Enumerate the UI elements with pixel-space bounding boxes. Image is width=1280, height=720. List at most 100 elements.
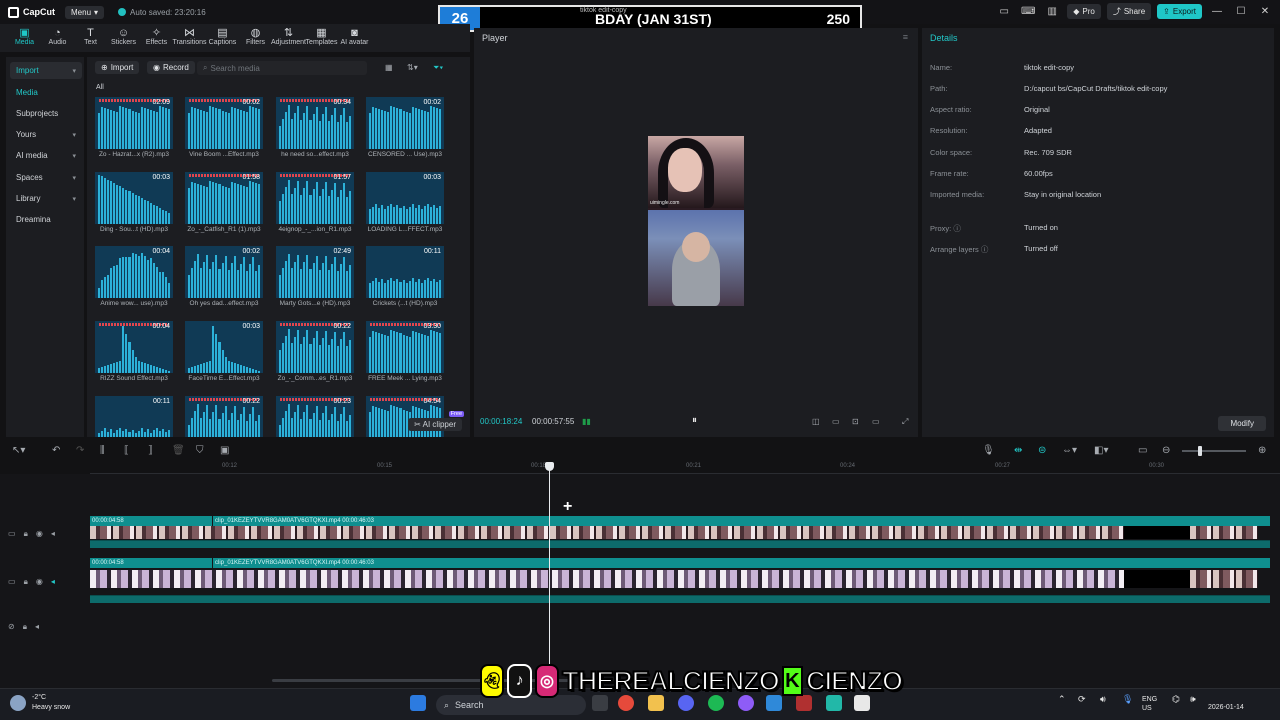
trim-left-icon[interactable]: ⟦ bbox=[124, 445, 129, 456]
tool-ai-avatar[interactable]: ◙ AI avatar bbox=[338, 24, 371, 46]
media-tile[interactable]: 00:03 LOADING L...FFECT.mp3 bbox=[366, 172, 444, 233]
weather-widget[interactable]: -2°C Heavy snow bbox=[10, 693, 70, 713]
zoom-slider[interactable] bbox=[1182, 446, 1246, 456]
select-tool-icon[interactable]: ↖▾ bbox=[12, 445, 25, 456]
tray-volume-icon[interactable]: 🔊︎ bbox=[1100, 695, 1106, 704]
captions-toggle-icon[interactable]: ▭ bbox=[1138, 445, 1147, 456]
clip-frames[interactable] bbox=[90, 526, 1124, 539]
clip-frames[interactable] bbox=[1190, 570, 1258, 588]
minimize-icon[interactable]: — bbox=[1208, 6, 1226, 17]
media-tile[interactable]: 03:30 FREE Meek ... Lying.mp3 bbox=[366, 321, 444, 382]
pro-button[interactable]: ◆ Pro bbox=[1067, 4, 1101, 19]
cover-icon[interactable]: ▭ bbox=[8, 577, 16, 587]
pause-icon[interactable]: ⏸ bbox=[692, 415, 697, 426]
media-tile[interactable]: 00:11 bbox=[95, 396, 173, 437]
tool-effects[interactable]: ✧ Effects bbox=[140, 24, 173, 46]
clip-a-header[interactable]: 00:00:04:58 bbox=[90, 558, 212, 568]
lock-icon[interactable]: 🔒︎ bbox=[23, 622, 27, 632]
zoom-out-icon[interactable]: ⊖ bbox=[1162, 445, 1170, 456]
media-tile[interactable]: 02:09 Zo - Hazrat...x (R2).mp3 bbox=[95, 97, 173, 158]
media-tile[interactable]: 00:11 Crickets (...t (HD).mp3 bbox=[366, 246, 444, 307]
link-track-icon[interactable]: ⊘ bbox=[8, 622, 15, 632]
media-tile[interactable]: 00:34 he need so...effect.mp3 bbox=[276, 97, 354, 158]
preview-axis-icon[interactable]: ⇔▾ bbox=[1062, 445, 1077, 456]
redo-icon[interactable]: ↷ bbox=[76, 445, 84, 456]
undo-icon[interactable]: ↶ bbox=[52, 445, 60, 456]
split-icon[interactable]: ⫼ bbox=[100, 445, 105, 456]
ratio-button-icon[interactable]: ▭ bbox=[872, 417, 880, 426]
playhead-handle[interactable] bbox=[545, 462, 554, 471]
layout-icon[interactable]: ▭ bbox=[995, 6, 1013, 17]
nav-spaces[interactable]: Spaces ▾ bbox=[10, 169, 82, 186]
audio-icon[interactable]: ◂ bbox=[51, 529, 55, 539]
export-button[interactable]: ⇪ Export bbox=[1157, 4, 1202, 19]
media-tile[interactable]: 00:02 Vine Boom ...Effect.mp3 bbox=[185, 97, 263, 158]
clip-frames[interactable] bbox=[1190, 526, 1258, 539]
media-tile[interactable]: 00:03 FaceTime E...Effect.mp3 bbox=[185, 321, 263, 382]
sort-icon[interactable]: ⇅▾ bbox=[401, 61, 424, 74]
media-tile[interactable]: 00:23 bbox=[276, 396, 354, 437]
close-icon[interactable]: ✕ bbox=[1256, 6, 1274, 17]
magnet-icon[interactable]: ⊜ bbox=[1038, 445, 1046, 456]
tool-media[interactable]: ▣ Media bbox=[8, 24, 41, 46]
clip-frames[interactable] bbox=[90, 570, 1124, 588]
split-scene-icon[interactable]: ◧▾ bbox=[1094, 445, 1108, 456]
audio-icon[interactable]: ◂ bbox=[35, 622, 39, 632]
ratio-icon[interactable]: ▥ bbox=[1043, 6, 1061, 17]
menu-button[interactable]: Menu ▾ bbox=[65, 5, 105, 19]
clip-a-header[interactable]: 00:00:04:58 bbox=[90, 516, 212, 526]
nav-ai-media[interactable]: AI media ▾ bbox=[10, 147, 82, 164]
link-icon[interactable]: ⇹ bbox=[1014, 445, 1022, 456]
mic-icon[interactable]: 🎙 bbox=[982, 445, 995, 456]
speaker-icon[interactable]: 🕪 bbox=[1190, 695, 1196, 704]
zoom-handle[interactable] bbox=[1198, 446, 1202, 456]
tool-captions[interactable]: ▤ Captions bbox=[206, 24, 239, 46]
delete-icon[interactable]: 🗑 bbox=[172, 445, 185, 456]
tool-templates[interactable]: ▦ Templates bbox=[305, 24, 338, 46]
tool-filters[interactable]: ◍ Filters bbox=[239, 24, 272, 46]
tray-mic-icon[interactable]: 🎙 bbox=[1122, 695, 1133, 704]
video-preview[interactable]: uimingle.com bbox=[648, 136, 744, 306]
lock-icon[interactable]: 🔒︎ bbox=[24, 577, 28, 587]
clip-b-header[interactable]: clip_01KEZEYTVVR8GAM0ATV6GTQKXI.mp4 00:0… bbox=[213, 516, 1270, 526]
filter-icon[interactable]: ⏷▾ bbox=[427, 61, 449, 75]
snapshot-icon[interactable]: ⊡ bbox=[852, 417, 859, 426]
import-button[interactable]: ⊕ Import bbox=[95, 61, 140, 74]
start-icon[interactable] bbox=[410, 695, 426, 711]
share-button[interactable]: ⤴ Share bbox=[1106, 3, 1152, 20]
modify-button[interactable]: Modify bbox=[1218, 416, 1266, 431]
thumbnail-icon[interactable]: ▣ bbox=[220, 445, 229, 456]
nav-library[interactable]: Library ▾ bbox=[10, 190, 82, 207]
marker-icon[interactable]: ⛉ bbox=[196, 445, 204, 456]
tray-sync-icon[interactable]: ⟳ bbox=[1078, 695, 1086, 704]
nav-subprojects[interactable]: Subprojects bbox=[10, 105, 82, 122]
quality-icon[interactable]: ▭ bbox=[832, 417, 840, 426]
record-button[interactable]: ◉ Record bbox=[147, 61, 195, 74]
eye-icon[interactable]: ◉ bbox=[36, 529, 43, 539]
nav-yours[interactable]: Yours ▾ bbox=[10, 126, 82, 143]
media-tile[interactable]: 01:58 Zo_-_Catfish_R1 (1).mp3 bbox=[185, 172, 263, 233]
trim-right-icon[interactable]: ⟧ bbox=[148, 445, 153, 456]
media-tile[interactable]: 00:03 Ding - Sou...t (HD).mp3 bbox=[95, 172, 173, 233]
tool-adjustment[interactable]: ⇅ Adjustment bbox=[271, 24, 306, 46]
shortcuts-icon[interactable]: ⌨ bbox=[1019, 6, 1037, 17]
adjust-icon[interactable]: ◫ bbox=[812, 417, 820, 426]
nav-import[interactable]: Import ▾ bbox=[10, 62, 82, 79]
cover-icon[interactable]: ▭ bbox=[8, 529, 16, 539]
audio-icon[interactable]: ◂ bbox=[51, 577, 55, 587]
media-tile[interactable]: 00:22 bbox=[185, 396, 263, 437]
media-tile[interactable]: 02:49 Marty Gots...e (HD).mp3 bbox=[276, 246, 354, 307]
clock-date[interactable]: 2026-01-14 bbox=[1208, 703, 1244, 712]
player-menu-icon[interactable]: ≡ bbox=[903, 32, 908, 42]
media-tile[interactable]: 00:02 CENSORED ... Use).mp3 bbox=[366, 97, 444, 158]
grid-view-icon[interactable]: ▦ bbox=[379, 61, 399, 74]
media-tile[interactable]: 00:04 RIZZ Sound Effect.mp3 bbox=[95, 321, 173, 382]
media-tile[interactable]: 01:57 4eignop_-_...ion_R1.mp3 bbox=[276, 172, 354, 233]
media-tile[interactable]: 00:22 Zo_-_Comm...es_R1.mp3 bbox=[276, 321, 354, 382]
nav-media[interactable]: Media bbox=[10, 84, 82, 101]
ai-clipper-button[interactable]: ✂ AI clipper Free bbox=[408, 411, 464, 431]
lock-icon[interactable]: 🔒︎ bbox=[24, 529, 28, 539]
tool-stickers[interactable]: ☺ Stickers bbox=[107, 24, 140, 46]
tool-text[interactable]: T Text bbox=[74, 24, 107, 46]
zoom-in-icon[interactable]: ⊕ bbox=[1258, 445, 1266, 456]
